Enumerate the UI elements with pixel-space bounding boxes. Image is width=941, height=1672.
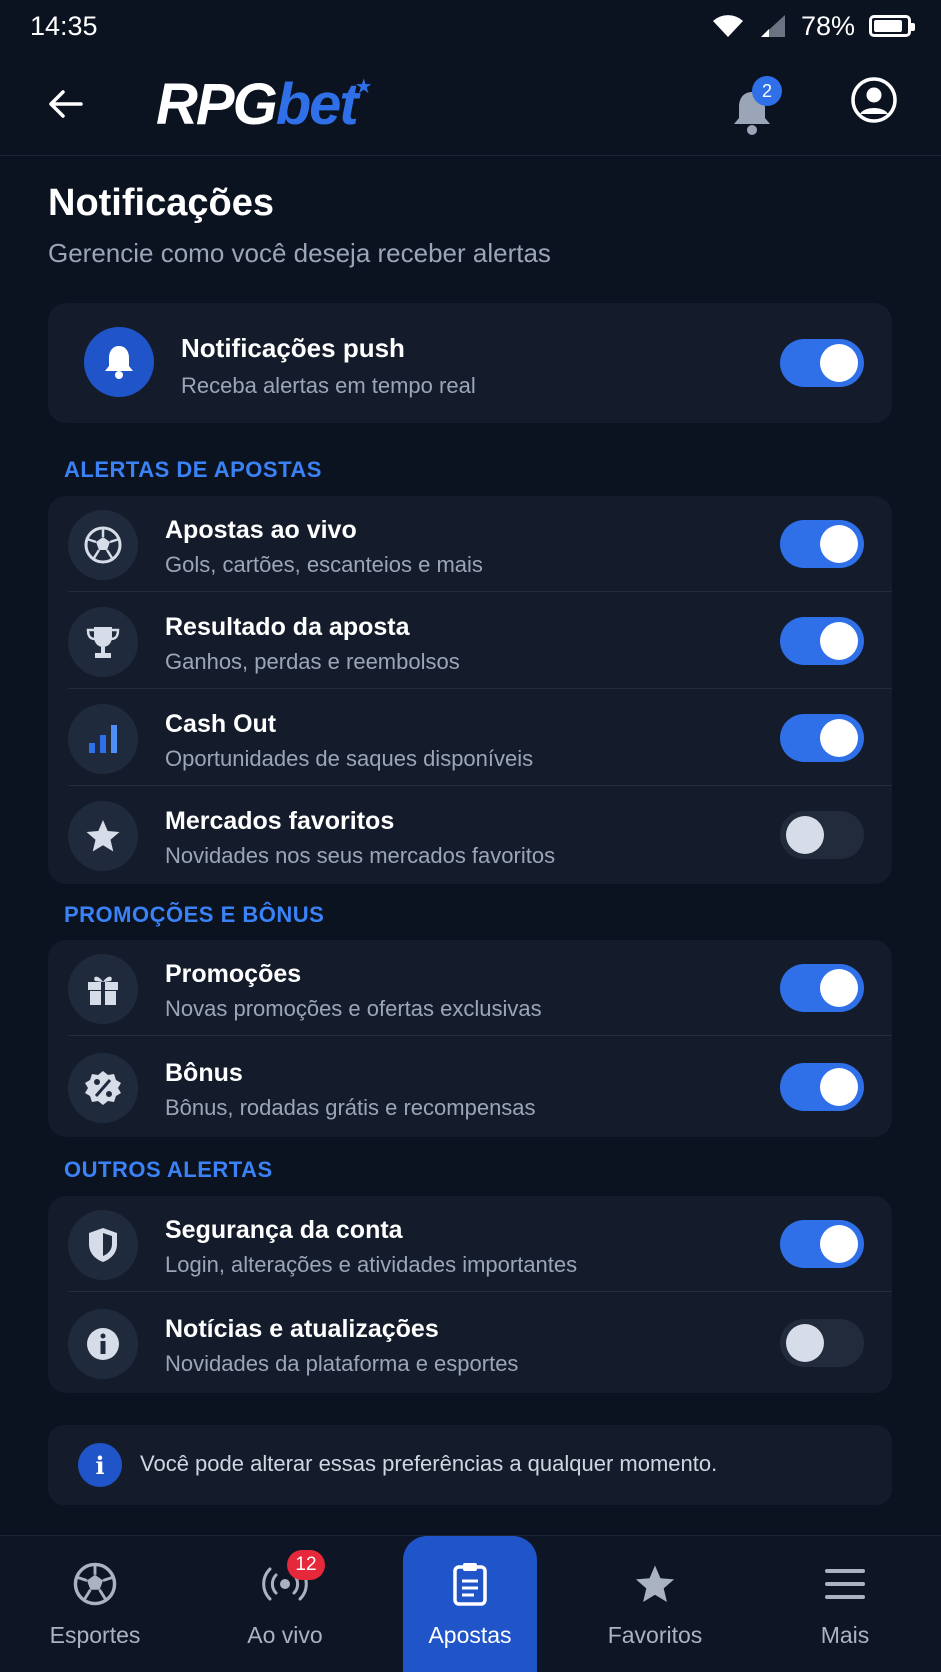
signal-icon — [760, 15, 785, 37]
battery-percent: 78% — [800, 10, 855, 41]
nav-label: Favoritos — [607, 1622, 703, 1648]
user-circle-icon — [851, 77, 897, 123]
setting-row-promotions: Promoções Novas promoções e ofertas excl… — [48, 940, 892, 1036]
setting-desc: Novidades nos seus mercados favoritos — [165, 843, 556, 868]
push-title: Notificações push — [181, 333, 405, 363]
push-desc: Receba alertas em tempo real — [181, 373, 476, 398]
nav-label: Apostas — [428, 1622, 512, 1648]
setting-row-cash-out: Cash Out Oportunidades de saques disponí… — [48, 690, 892, 786]
info-icon — [68, 1309, 138, 1379]
info-note: i Você pode alterar essas preferências a… — [48, 1425, 892, 1505]
setting-desc: Bônus, rodadas grátis e recompensas — [165, 1095, 536, 1120]
profile-button[interactable] — [850, 76, 898, 124]
arrow-left-icon — [49, 90, 83, 118]
trophy-icon — [68, 607, 138, 677]
setting-desc: Ganhos, perdas e reembolsos — [165, 649, 460, 674]
section-title-bets: ALERTAS DE APOSTAS — [64, 457, 322, 482]
nav-label: Ao vivo — [247, 1622, 323, 1648]
divider — [68, 591, 892, 592]
shield-icon — [68, 1210, 138, 1280]
promotions-toggle[interactable] — [780, 964, 864, 1012]
soccer-ball-icon — [67, 1556, 123, 1612]
menu-icon — [817, 1556, 873, 1612]
app-header: RPG bet ★ 2 — [0, 52, 941, 156]
account-security-toggle[interactable] — [780, 1220, 864, 1268]
setting-desc: Novas promoções e ofertas exclusivas — [165, 996, 542, 1021]
page-title: Notificações — [48, 182, 274, 224]
clipboard-icon — [442, 1556, 498, 1612]
setting-desc: Login, alterações e atividades important… — [165, 1252, 578, 1277]
setting-desc: Gols, cartões, escanteios e mais — [165, 552, 483, 577]
setting-desc: Novidades da plataforma e esportes — [165, 1351, 519, 1376]
nav-item-bets[interactable]: Apostas — [403, 1536, 537, 1672]
battery-icon — [869, 15, 915, 37]
setting-row-news-updates: Notícias e atualizações Novidades da pla… — [48, 1295, 892, 1391]
cash-out-toggle[interactable] — [780, 714, 864, 762]
setting-title: Mercados favoritos — [165, 807, 395, 835]
percent-badge-icon — [68, 1053, 138, 1123]
status-icons: 78% — [711, 10, 915, 42]
setting-row-favorite-markets: Mercados favoritos Novidades nos seus me… — [48, 787, 892, 883]
divider — [68, 1291, 892, 1292]
setting-title: Promoções — [165, 960, 302, 988]
setting-row-bonus: Bônus Bônus, rodadas grátis e recompensa… — [48, 1039, 892, 1135]
setting-title: Segurança da conta — [165, 1216, 403, 1244]
notifications-button[interactable]: 2 — [728, 76, 784, 135]
bonus-toggle[interactable] — [780, 1063, 864, 1111]
push-notifications-card: Notificações push Receba alertas em temp… — [48, 303, 892, 423]
status-time: 14:35 — [30, 10, 98, 41]
push-bell-badge — [84, 327, 154, 397]
divider — [68, 1035, 892, 1036]
info-note-text: Você pode alterar essas preferências a q… — [140, 1451, 718, 1476]
section-title-others: OUTROS ALERTAS — [64, 1157, 273, 1182]
setting-title: Resultado da aposta — [165, 613, 410, 641]
bell-icon — [105, 346, 133, 379]
setting-title: Bônus — [165, 1059, 243, 1087]
setting-row-account-security: Segurança da conta Login, alterações e a… — [48, 1196, 892, 1292]
logo-star-icon: ★ — [354, 76, 373, 98]
divider — [68, 688, 892, 689]
favorite-markets-toggle[interactable] — [780, 811, 864, 859]
back-button[interactable] — [40, 82, 90, 126]
live-bets-toggle[interactable] — [780, 520, 864, 568]
nav-label: Esportes — [49, 1622, 141, 1648]
setting-row-live-bets: Apostas ao vivo Gols, cartões, escanteio… — [48, 496, 892, 592]
wifi-icon — [712, 15, 743, 37]
setting-desc: Oportunidades de saques disponíveis — [165, 746, 534, 771]
star-icon — [627, 1556, 683, 1612]
nav-item-more[interactable]: Mais — [780, 1536, 910, 1672]
section-title-promos: PROMOÇÕES E BÔNUS — [64, 902, 325, 927]
nav-item-live[interactable]: 12 Ao vivo — [220, 1536, 350, 1672]
nav-item-sports[interactable]: Esportes — [30, 1536, 160, 1672]
bets-alerts-card: Apostas ao vivo Gols, cartões, escanteio… — [48, 496, 892, 884]
notification-count-badge: 2 — [752, 76, 782, 106]
soccer-ball-icon — [68, 510, 138, 580]
bottom-navigation: Esportes 12 Ao vivo Apostas Favoritos Ma… — [0, 1535, 941, 1672]
promos-card: Promoções Novas promoções e ofertas excl… — [48, 940, 892, 1137]
nav-item-favorites[interactable]: Favoritos — [590, 1536, 720, 1672]
news-updates-toggle[interactable] — [780, 1319, 864, 1367]
rpgbet-logo[interactable]: RPG bet ★ — [156, 72, 373, 137]
live-broadcast-icon: 12 — [257, 1550, 325, 1612]
push-toggle[interactable] — [780, 339, 864, 387]
bar-chart-icon — [68, 704, 138, 774]
info-icon: i — [78, 1443, 122, 1487]
nav-label: Mais — [820, 1622, 870, 1648]
setting-title: Cash Out — [165, 710, 277, 738]
gift-icon — [68, 954, 138, 1024]
live-count-badge: 12 — [287, 1550, 325, 1580]
bet-result-toggle[interactable] — [780, 617, 864, 665]
page-subtitle: Gerencie como você deseja receber alerta… — [48, 238, 551, 268]
star-icon — [68, 801, 138, 871]
status-bar: 14:35 78% — [0, 0, 941, 52]
divider — [68, 785, 892, 786]
setting-row-bet-result: Resultado da aposta Ganhos, perdas e ree… — [48, 593, 892, 689]
setting-title: Apostas ao vivo — [165, 516, 357, 544]
setting-title: Notícias e atualizações — [165, 1315, 439, 1343]
other-alerts-card: Segurança da conta Login, alterações e a… — [48, 1196, 892, 1393]
